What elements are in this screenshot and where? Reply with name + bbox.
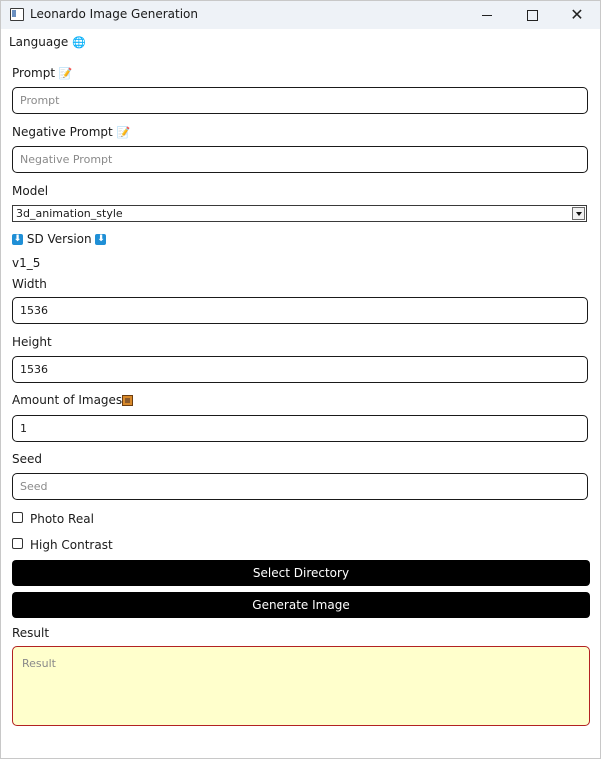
- close-button[interactable]: ✕: [554, 1, 600, 29]
- down-arrow-icon: ⬇: [12, 234, 23, 245]
- amount-label: Amount of Images: [12, 393, 123, 407]
- language-label: Language: [9, 35, 69, 49]
- seed-input[interactable]: [12, 473, 588, 500]
- chevron-down-icon[interactable]: [572, 207, 585, 220]
- high-contrast-label[interactable]: High Contrast: [30, 538, 113, 552]
- width-input[interactable]: [12, 297, 588, 324]
- sd-version-value: v1_5: [12, 256, 41, 270]
- negative-prompt-label-row: Negative Prompt 📝: [12, 125, 130, 139]
- negative-prompt-input[interactable]: [12, 146, 588, 173]
- prompt-label-row: Prompt 📝: [12, 66, 73, 80]
- minimize-button[interactable]: [464, 1, 510, 29]
- photo-real-checkbox[interactable]: [12, 512, 23, 523]
- select-directory-button[interactable]: Select Directory: [12, 560, 590, 586]
- result-label: Result: [12, 626, 50, 640]
- photo-real-label[interactable]: Photo Real: [30, 512, 94, 526]
- model-select[interactable]: 3d_animation_style: [12, 205, 587, 222]
- close-icon: ✕: [570, 5, 584, 24]
- minimize-icon: [482, 14, 492, 16]
- seed-label: Seed: [12, 452, 42, 466]
- sd-version-label-row: ⬇ SD Version ⬇: [12, 232, 107, 246]
- app-window: Leonardo Image Generation ✕ Language 🌐 P…: [0, 0, 601, 759]
- amount-input[interactable]: [12, 415, 588, 442]
- maximize-button[interactable]: [509, 1, 555, 29]
- memo-icon: 📝: [116, 126, 131, 139]
- globe-icon: 🌐: [72, 36, 86, 49]
- sd-version-label: SD Version: [26, 232, 92, 246]
- down-arrow-icon: ⬇: [95, 234, 107, 245]
- memo-icon: 📝: [58, 67, 73, 80]
- maximize-icon: [526, 9, 538, 21]
- width-label: Width: [12, 277, 47, 291]
- negative-prompt-label: Negative Prompt: [12, 125, 113, 139]
- model-selected-value: 3d_animation_style: [16, 207, 123, 220]
- app-icon: [10, 8, 24, 21]
- high-contrast-checkbox[interactable]: [12, 538, 23, 549]
- height-label: Height: [12, 335, 52, 349]
- language-row[interactable]: Language 🌐: [9, 35, 86, 49]
- result-textarea[interactable]: [12, 646, 590, 726]
- prompt-label: Prompt: [12, 66, 56, 80]
- framed-picture-icon: [122, 395, 134, 406]
- height-input[interactable]: [12, 356, 588, 383]
- generate-image-button[interactable]: Generate Image: [12, 592, 590, 618]
- window-title: Leonardo Image Generation: [30, 7, 198, 21]
- prompt-input[interactable]: [12, 87, 588, 114]
- title-bar: Leonardo Image Generation ✕: [1, 1, 600, 29]
- model-label: Model: [12, 184, 49, 198]
- amount-label-row: Amount of Images: [12, 393, 134, 407]
